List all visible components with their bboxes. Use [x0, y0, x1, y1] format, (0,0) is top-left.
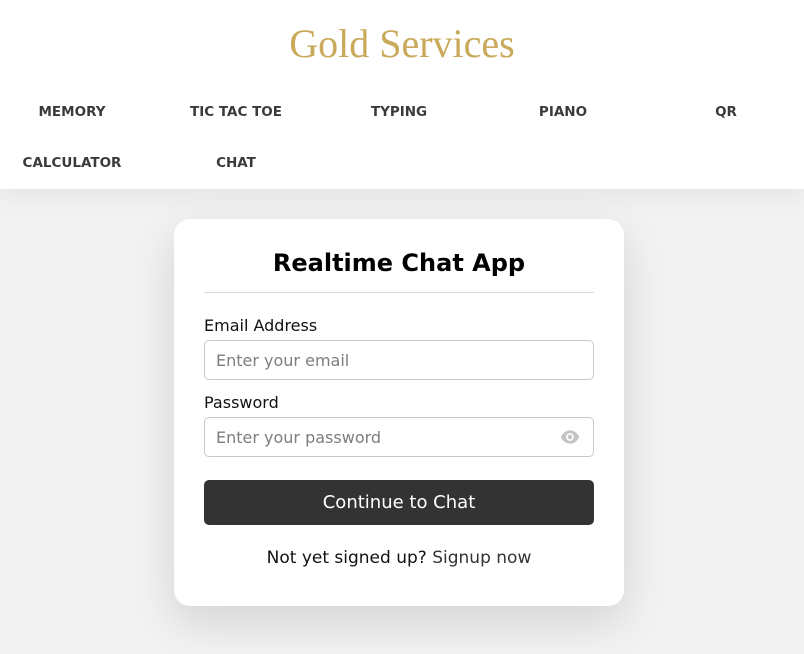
- email-field[interactable]: [205, 341, 593, 379]
- site-header: Gold Services MEMORY TIC TAC TOE TYPING …: [0, 0, 804, 189]
- nav-item-memory[interactable]: MEMORY: [7, 102, 137, 122]
- email-label: Email Address: [204, 316, 318, 335]
- signup-prompt-text: Not yet signed up?: [266, 548, 427, 568]
- eye-icon[interactable]: [560, 429, 580, 445]
- nav-item-calculator[interactable]: CALCULATOR: [7, 153, 137, 173]
- signup-prompt: Not yet signed up? Signup now: [174, 547, 624, 569]
- nav-item-chat[interactable]: CHAT: [171, 153, 301, 173]
- password-label: Password: [204, 393, 279, 412]
- email-field-wrapper: [204, 340, 594, 380]
- login-card: Realtime Chat App Email Address Password…: [174, 219, 624, 606]
- nav-item-tic-tac-toe[interactable]: TIC TAC TOE: [171, 102, 301, 122]
- signup-link[interactable]: Signup now: [432, 548, 531, 568]
- password-field[interactable]: [205, 418, 593, 456]
- nav-item-qr[interactable]: QR: [661, 102, 791, 122]
- password-field-wrapper: [204, 417, 594, 457]
- nav-item-piano[interactable]: PIANO: [498, 102, 628, 122]
- brand-title: Gold Services: [289, 21, 515, 66]
- card-title: Realtime Chat App: [272, 249, 526, 277]
- nav-item-typing[interactable]: TYPING: [334, 102, 464, 122]
- continue-to-chat-button[interactable]: Continue to Chat: [204, 480, 594, 525]
- title-divider: [204, 292, 594, 293]
